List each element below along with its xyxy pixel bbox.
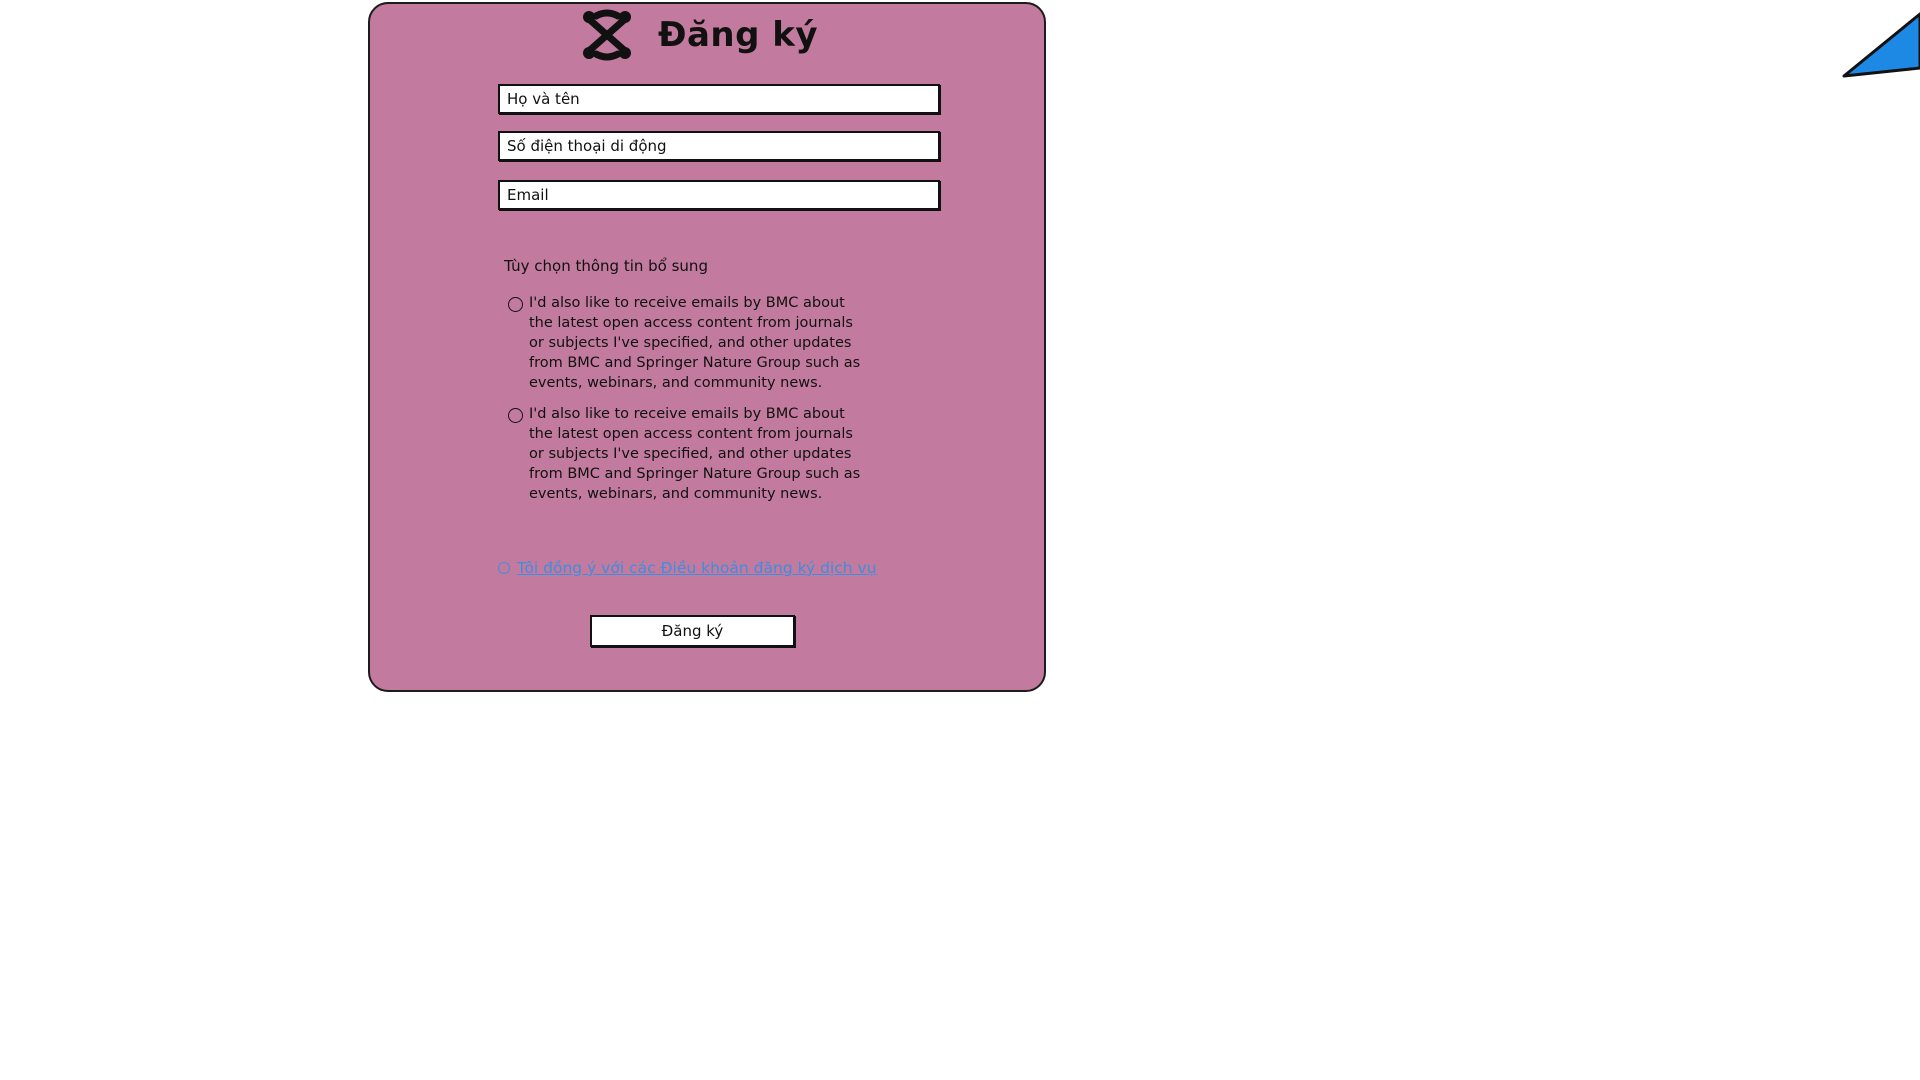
full-name-input[interactable] — [498, 84, 940, 114]
email-opt-in-option-2[interactable]: I'd also like to receive emails by BMC a… — [508, 404, 888, 504]
option-text: I'd also like to receive emails by BMC a… — [529, 406, 861, 502]
phone-input[interactable] — [498, 131, 940, 161]
radio-button[interactable] — [508, 297, 523, 312]
terms-link[interactable]: Tôi đồng ý với các Điều khoản đăng ký dị… — [517, 559, 877, 577]
radio-button[interactable] — [508, 408, 523, 423]
form-title: Đăng ký — [658, 15, 819, 55]
blue-arrow-icon — [1842, 12, 1920, 78]
register-button[interactable]: Đăng ký — [590, 615, 795, 647]
option-text: I'd also like to receive emails by BMC a… — [529, 295, 861, 391]
registration-panel: Đăng ký Tùy chọn thông tin bổ sung I'd a… — [368, 2, 1046, 692]
joomla-logo-icon — [583, 9, 631, 61]
form-header: Đăng ký — [580, 8, 818, 62]
canvas: Đăng ký Tùy chọn thông tin bổ sung I'd a… — [0, 0, 1920, 1080]
terms-agreement[interactable]: Tôi đồng ý với các Điều khoản đăng ký dị… — [498, 559, 877, 577]
email-opt-in-option-1[interactable]: I'd also like to receive emails by BMC a… — [508, 293, 888, 393]
optional-info-label: Tùy chọn thông tin bổ sung — [504, 257, 708, 275]
terms-radio-button[interactable] — [498, 562, 510, 574]
email-input[interactable] — [498, 180, 940, 210]
